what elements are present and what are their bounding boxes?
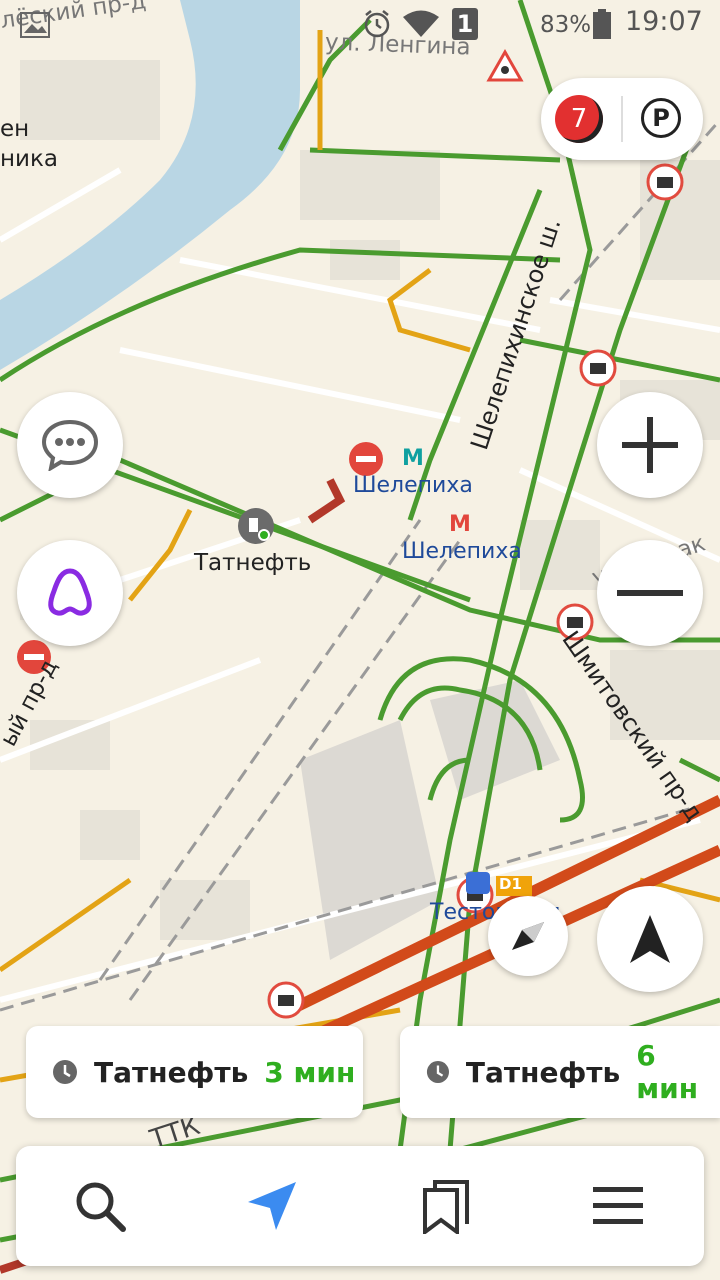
compass-icon bbox=[512, 922, 544, 950]
metro-station-label[interactable]: Шелепиха bbox=[402, 539, 522, 564]
traffic-score-button[interactable]: 7 bbox=[555, 95, 603, 143]
clock-icon bbox=[426, 1060, 450, 1084]
search-icon bbox=[76, 1182, 126, 1232]
chat-bubble-icon bbox=[41, 419, 99, 471]
menu-icon bbox=[593, 1187, 643, 1224]
alice-icon bbox=[48, 568, 92, 616]
status-bar: 1 83% 19:07 bbox=[0, 0, 720, 48]
image-icon bbox=[20, 12, 50, 38]
clock-icon bbox=[53, 1060, 77, 1084]
metro-station-label[interactable]: Шелепиха bbox=[353, 473, 473, 498]
alarm-icon bbox=[364, 10, 390, 38]
plus-icon bbox=[622, 417, 678, 473]
route-destination: Татнефть bbox=[465, 1055, 621, 1089]
navigation-button[interactable] bbox=[232, 1166, 312, 1246]
messages-button[interactable] bbox=[17, 392, 123, 498]
bookmarks-button[interactable] bbox=[406, 1166, 486, 1246]
metro-icon: M bbox=[402, 446, 424, 471]
zoom-in-button[interactable] bbox=[597, 392, 703, 498]
minus-icon bbox=[617, 590, 683, 596]
street-label: ен bbox=[0, 116, 30, 142]
route-card-2[interactable]: Татнефть 6 мин bbox=[400, 1026, 720, 1118]
route-time: 3 мин bbox=[264, 1055, 356, 1089]
clock-time: 19:07 bbox=[625, 6, 703, 37]
location-arrow-icon bbox=[630, 915, 670, 963]
traffic-score: 7 bbox=[570, 104, 588, 134]
route-time: 6 мин bbox=[636, 1039, 699, 1105]
battery-icon bbox=[593, 9, 611, 39]
menu-button[interactable] bbox=[578, 1166, 658, 1246]
metro-icon-red: M bbox=[449, 512, 471, 537]
divider bbox=[621, 96, 623, 142]
gas-station-icon bbox=[238, 508, 274, 544]
alice-assistant-button[interactable] bbox=[17, 540, 123, 646]
parking-button[interactable]: P bbox=[641, 98, 681, 138]
street-label: ника bbox=[0, 146, 58, 172]
parking-icon: P bbox=[652, 104, 670, 132]
bookmarks-icon bbox=[423, 1180, 469, 1234]
compass-button[interactable] bbox=[488, 896, 568, 976]
my-location-button[interactable] bbox=[597, 886, 703, 992]
route-destination: Татнефть bbox=[94, 1055, 249, 1089]
navigation-arrow-icon bbox=[248, 1182, 296, 1230]
wifi-icon bbox=[403, 10, 439, 37]
sim-slot-number: 1 bbox=[456, 10, 474, 38]
zoom-out-button[interactable] bbox=[597, 540, 703, 646]
traffic-parking-panel: 7 P bbox=[541, 78, 703, 160]
route-card-1[interactable]: Татнефть 3 мин bbox=[26, 1026, 363, 1118]
bottom-navigation-bar bbox=[16, 1146, 704, 1266]
search-button[interactable] bbox=[60, 1166, 140, 1246]
gas-station-label[interactable]: Татнефть bbox=[194, 550, 311, 576]
sim-icon: 1 bbox=[452, 8, 478, 40]
battery-percent: 83% bbox=[540, 12, 592, 38]
d1-badge-label: D1 bbox=[499, 875, 522, 893]
